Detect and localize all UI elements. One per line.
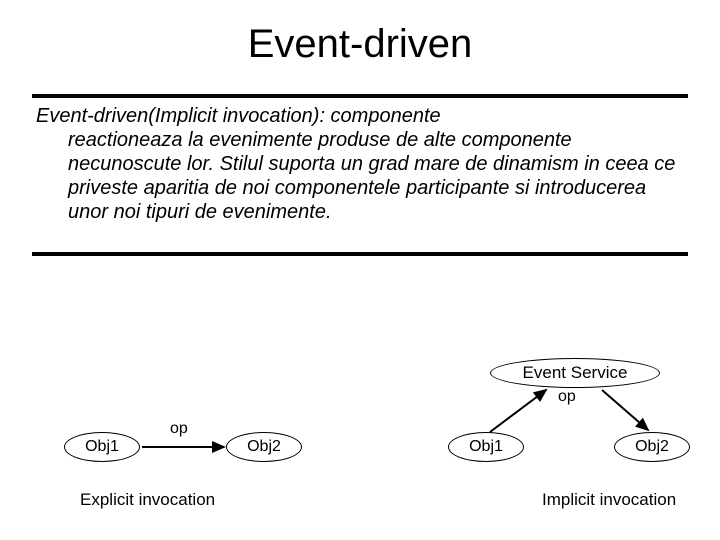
event-service-node: Event Service: [490, 358, 660, 388]
right-obj1-node: Obj1: [448, 432, 524, 462]
right-obj2-node: Obj2: [614, 432, 690, 462]
divider-bottom: [32, 252, 688, 256]
op-label-right: op: [558, 388, 576, 406]
arrow-obj1-to-service: [490, 390, 546, 432]
caption-implicit: Implicit invocation: [542, 490, 676, 510]
body-text: Event-driven(Implicit invocation): compo…: [36, 104, 684, 224]
left-obj1-node: Obj1: [64, 432, 140, 462]
body-rest: reactioneaza la evenimente produse de al…: [36, 128, 684, 224]
body-lead: Event-driven(Implicit invocation): compo…: [36, 105, 441, 127]
caption-explicit: Explicit invocation: [80, 490, 215, 510]
arrow-service-to-obj2: [602, 390, 648, 430]
divider-top: [32, 94, 688, 98]
slide: Event-driven Event-driven(Implicit invoc…: [0, 0, 720, 540]
left-obj2-node: Obj2: [226, 432, 302, 462]
slide-title: Event-driven: [0, 22, 720, 67]
op-label-left: op: [170, 420, 188, 438]
